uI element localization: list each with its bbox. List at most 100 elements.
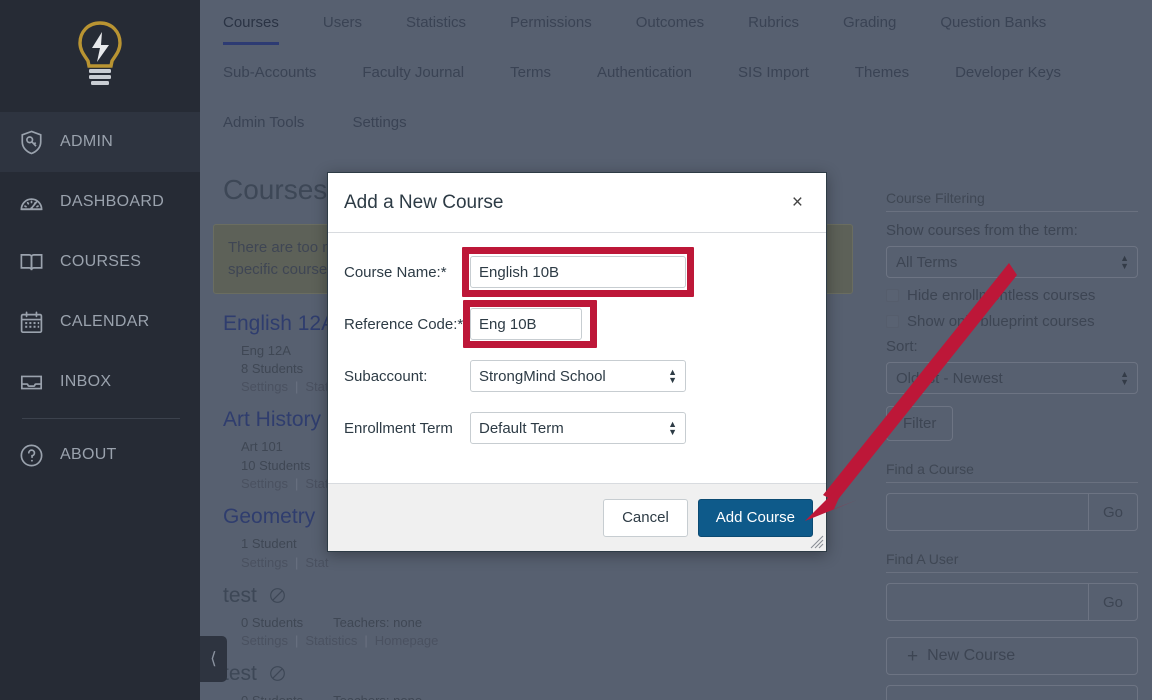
dialog-body: Course Name:* Reference Code:* Subaccoun… bbox=[328, 233, 826, 483]
subaccount-field-row: Subaccount: StrongMind School ▲▼ bbox=[328, 355, 826, 397]
tab-statistics[interactable]: Statistics bbox=[406, 14, 466, 45]
subaccount-label: Subaccount: bbox=[344, 368, 470, 385]
term-select[interactable]: All Terms bbox=[886, 246, 1138, 278]
find-course-input[interactable] bbox=[886, 493, 1088, 531]
tab-question-banks[interactable]: Question Banks bbox=[940, 14, 1046, 45]
tab-themes[interactable]: Themes bbox=[855, 64, 909, 95]
sidebar-item-inbox[interactable]: INBOX bbox=[0, 352, 200, 412]
show-blueprint-checkbox[interactable]: Show only blueprint courses bbox=[886, 313, 1138, 330]
link-divider: | bbox=[295, 633, 298, 648]
tab-admin-tools[interactable]: Admin Tools bbox=[223, 114, 304, 145]
course-statistics-link[interactable]: Stat bbox=[305, 555, 328, 570]
enrollment-term-label: Enrollment Term bbox=[344, 420, 470, 437]
tab-sub-accounts[interactable]: Sub-Accounts bbox=[223, 64, 316, 95]
cancel-button[interactable]: Cancel bbox=[603, 499, 688, 537]
course-student-count: 0 Students bbox=[241, 692, 303, 700]
enrollment-term-select[interactable]: Default Term bbox=[470, 412, 686, 444]
course-settings-link[interactable]: Settings bbox=[241, 555, 288, 570]
tab-authentication[interactable]: Authentication bbox=[597, 64, 692, 95]
course-name-text: test bbox=[223, 662, 257, 685]
sidebar-item-dashboard[interactable]: DASHBOARD bbox=[0, 172, 200, 232]
tab-outcomes[interactable]: Outcomes bbox=[636, 14, 704, 45]
sidebar-item-label: INBOX bbox=[60, 373, 111, 391]
tab-label: Question Banks bbox=[940, 14, 1046, 31]
course-statistics-link[interactable]: Stat bbox=[305, 379, 328, 394]
course-name-input[interactable] bbox=[470, 256, 686, 288]
tab-users[interactable]: Users bbox=[323, 14, 362, 45]
sidebar-item-calendar[interactable]: CALENDAR bbox=[0, 292, 200, 352]
find-user-go-button[interactable]: Go bbox=[1088, 583, 1138, 621]
tab-label: Users bbox=[323, 14, 362, 31]
course-teachers: Teachers: none bbox=[333, 692, 422, 700]
speedometer-icon bbox=[16, 187, 46, 217]
course-name-field-row: Course Name:* bbox=[328, 251, 826, 293]
tab-settings[interactable]: Settings bbox=[352, 114, 406, 145]
tab-label: Courses bbox=[223, 14, 279, 31]
hide-enrollmentless-checkbox[interactable]: Hide enrollmentless courses bbox=[886, 287, 1138, 304]
nav-collapse-handle[interactable]: ⟨ bbox=[200, 636, 227, 682]
checkbox-box bbox=[886, 315, 899, 328]
find-course-section: Find a Course Go bbox=[886, 461, 1138, 531]
term-select-wrapper: All Terms ▲▼ bbox=[886, 246, 1138, 278]
dialog-footer: Cancel Add Course bbox=[328, 483, 826, 551]
link-divider: | bbox=[295, 476, 298, 491]
tab-terms[interactable]: Terms bbox=[510, 64, 551, 95]
inbox-tray-icon bbox=[16, 367, 46, 397]
sidebar-item-label: ABOUT bbox=[60, 446, 117, 464]
find-course-row: Go bbox=[886, 493, 1138, 531]
tab-courses[interactable]: Courses bbox=[223, 14, 279, 45]
sidebar-item-admin[interactable]: ADMIN bbox=[0, 112, 200, 172]
tab-label: Faculty Journal bbox=[362, 64, 464, 81]
sort-select[interactable]: Oldest - Newest bbox=[886, 362, 1138, 394]
close-icon[interactable]: × bbox=[786, 189, 809, 216]
course-homepage-link[interactable]: Homepage bbox=[375, 633, 439, 648]
resize-handle-icon[interactable] bbox=[810, 535, 824, 549]
sidebar-item-label: CALENDAR bbox=[60, 313, 150, 331]
course-statistics-link[interactable]: Stat bbox=[305, 476, 328, 491]
course-name-text: Geometry bbox=[223, 505, 315, 528]
enrollment-term-field-row: Enrollment Term Default Term ▲▼ bbox=[328, 407, 826, 449]
tab-developer-keys[interactable]: Developer Keys bbox=[955, 64, 1061, 95]
tab-label: Terms bbox=[510, 64, 551, 81]
new-course-label: New Course bbox=[927, 647, 1015, 665]
subaccount-select[interactable]: StrongMind School bbox=[470, 360, 686, 392]
tab-label: Themes bbox=[855, 64, 909, 81]
reference-code-input[interactable] bbox=[470, 308, 582, 340]
find-user-row: Go bbox=[886, 583, 1138, 621]
new-course-button[interactable]: + New Course bbox=[886, 637, 1138, 675]
account-navigation: Courses Users Statistics Permissions Out… bbox=[200, 0, 1152, 162]
course-statistics-link[interactable]: Statistics bbox=[305, 633, 357, 648]
course-student-count: 0 Students bbox=[241, 614, 303, 632]
unpublished-icon bbox=[269, 664, 286, 681]
link-divider: | bbox=[295, 379, 298, 394]
tab-label: Statistics bbox=[406, 14, 466, 31]
course-settings-link[interactable]: Settings bbox=[241, 379, 288, 394]
tab-label: Sub-Accounts bbox=[223, 64, 316, 81]
tab-permissions[interactable]: Permissions bbox=[510, 14, 592, 45]
chevron-left-icon: ⟨ bbox=[210, 649, 217, 669]
course-name-control bbox=[470, 256, 686, 288]
add-course-button[interactable]: Add Course bbox=[698, 499, 813, 537]
course-settings-link[interactable]: Settings bbox=[241, 476, 288, 491]
book-icon bbox=[16, 247, 46, 277]
filter-button[interactable]: Filter bbox=[886, 406, 953, 441]
course-name-text: test bbox=[223, 584, 257, 607]
tab-faculty-journal[interactable]: Faculty Journal bbox=[362, 64, 464, 95]
course-settings-link[interactable]: Settings bbox=[241, 633, 288, 648]
unpublished-icon bbox=[269, 586, 286, 603]
add-course-dialog: Add a New Course × Course Name:* Referen… bbox=[327, 172, 827, 552]
find-user-input[interactable] bbox=[886, 583, 1088, 621]
sidebar-item-about[interactable]: ABOUT bbox=[0, 425, 200, 485]
tab-sis-import[interactable]: SIS Import bbox=[738, 64, 809, 95]
sidebar-extra-button[interactable] bbox=[886, 685, 1138, 700]
sidebar-item-courses[interactable]: COURSES bbox=[0, 232, 200, 292]
find-course-go-button[interactable]: Go bbox=[1088, 493, 1138, 531]
plus-icon: + bbox=[907, 647, 918, 666]
tab-grading[interactable]: Grading bbox=[843, 14, 896, 45]
tab-rubrics[interactable]: Rubrics bbox=[748, 14, 799, 45]
lightbulb-logo[interactable] bbox=[0, 0, 200, 112]
term-filter-label: Show courses from the term: bbox=[886, 222, 1138, 239]
tab-label: Developer Keys bbox=[955, 64, 1061, 81]
dialog-header: Add a New Course × bbox=[328, 173, 826, 233]
tab-label: Authentication bbox=[597, 64, 692, 81]
